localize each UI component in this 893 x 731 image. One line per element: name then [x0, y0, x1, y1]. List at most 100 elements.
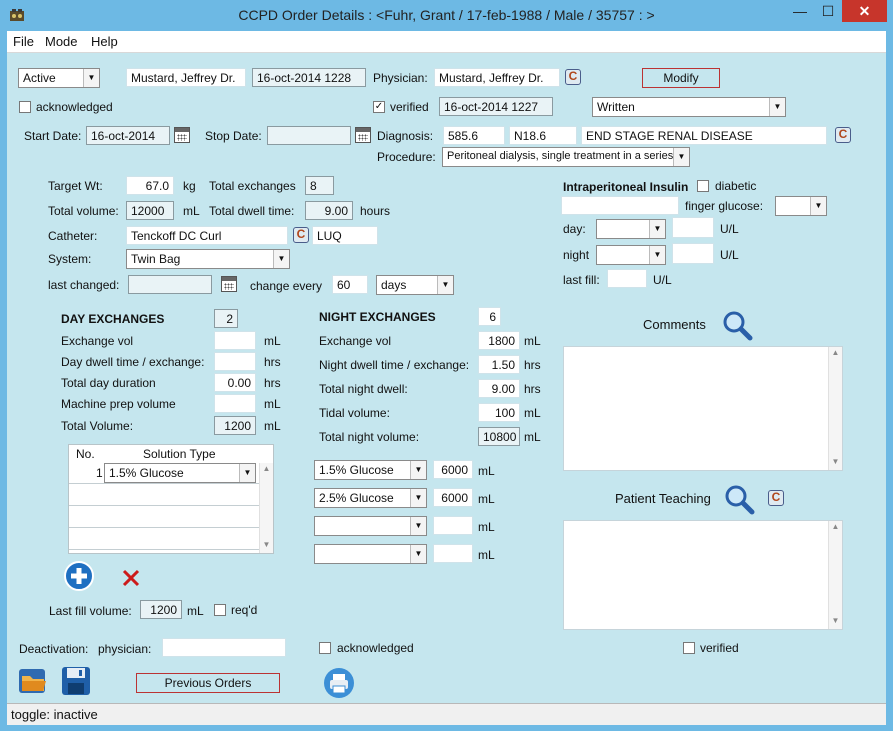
scroll-up-icon[interactable]: ▲ [829, 522, 842, 534]
grid-row-type-value: 1.5% Glucose [109, 466, 184, 480]
machine-prep-field[interactable] [214, 394, 256, 413]
deactivation-verified-checkbox[interactable] [683, 642, 695, 654]
teaching-search-icon[interactable] [723, 483, 755, 515]
night-solution-4-select[interactable]: ▼ [314, 544, 427, 564]
physician-lookup-icon[interactable]: C [565, 69, 581, 85]
change-every-unit-select[interactable]: days ▼ [376, 275, 454, 295]
night-solution-1-volume[interactable]: 6000 [433, 460, 473, 479]
target-wt-field[interactable]: 67.0 [126, 176, 174, 195]
last-changed-calendar-icon[interactable] [221, 276, 237, 292]
procedure-select[interactable]: Peritoneal dialysis, single treatment in… [442, 147, 690, 167]
scroll-down-icon[interactable]: ▼ [260, 540, 273, 552]
teaching-lookup-icon[interactable]: C [768, 490, 784, 506]
add-icon[interactable] [63, 560, 95, 592]
night-solution-2-select[interactable]: 2.5% Glucose ▼ [314, 488, 427, 508]
system-select[interactable]: Twin Bag ▼ [126, 249, 290, 269]
catheter-site-field[interactable]: LUQ [312, 226, 378, 245]
night-solution-3-select[interactable]: ▼ [314, 516, 427, 536]
diagnosis-label: Diagnosis: [377, 129, 434, 143]
chevron-down-icon: ▼ [649, 220, 665, 238]
insulin-title: Intraperitoneal Insulin [563, 180, 689, 194]
print-icon[interactable] [323, 667, 355, 699]
diagnosis-code-1[interactable]: 585.6 [443, 126, 505, 145]
table-row[interactable] [69, 528, 259, 550]
finger-glucose-select[interactable]: ▼ [775, 196, 827, 216]
status-select[interactable]: Active ▼ [18, 68, 100, 88]
window-frame-right [886, 31, 893, 731]
comments-search-icon[interactable] [721, 309, 753, 341]
comments-textarea[interactable]: ▲ ▼ [563, 346, 843, 471]
table-row[interactable] [69, 506, 259, 528]
comments-scrollbar[interactable]: ▲ ▼ [828, 347, 842, 470]
last-changed-field[interactable] [128, 275, 212, 294]
insulin-day-label: day: [563, 222, 586, 236]
insulin-field[interactable] [561, 196, 679, 215]
night-solution-4-volume[interactable] [433, 544, 473, 563]
night-exchange-vol-field[interactable]: 1800 [478, 331, 520, 350]
scroll-down-icon[interactable]: ▼ [829, 457, 842, 469]
teaching-scrollbar[interactable]: ▲ ▼ [828, 521, 842, 629]
menu-mode[interactable]: Mode [45, 34, 78, 49]
maximize-button[interactable]: ☐ [814, 0, 842, 22]
save-icon[interactable] [60, 665, 92, 697]
day-exchange-vol-field[interactable] [214, 331, 256, 350]
start-date-field[interactable]: 16-oct-2014 [86, 126, 170, 145]
grid-scrollbar[interactable]: ▲ ▼ [259, 463, 273, 553]
insulin-night-field[interactable] [672, 243, 714, 264]
menu-help[interactable]: Help [91, 34, 118, 49]
order-type-select[interactable]: Written ▼ [592, 97, 786, 117]
insulin-last-fill-field[interactable] [607, 269, 647, 288]
diagnosis-text[interactable]: END STAGE RENAL DISEASE [581, 126, 827, 145]
day-duration-field[interactable]: 0.00 [214, 373, 256, 392]
night-solution-3-volume[interactable] [433, 516, 473, 535]
night-dwell-field[interactable]: 1.50 [478, 355, 520, 374]
grid-row-type-select[interactable]: 1.5% Glucose ▼ [104, 463, 256, 483]
scroll-down-icon[interactable]: ▼ [829, 616, 842, 628]
chevron-down-icon: ▼ [83, 69, 99, 87]
stop-date-field[interactable] [267, 126, 351, 145]
modify-button[interactable]: Modify [642, 68, 720, 88]
minimize-button[interactable]: — [786, 0, 814, 22]
insulin-night-select[interactable]: ▼ [596, 245, 666, 265]
scroll-up-icon[interactable]: ▲ [829, 348, 842, 360]
day-dwell-field[interactable] [214, 352, 256, 371]
reqd-checkbox[interactable] [214, 604, 226, 616]
diagnosis-lookup-icon[interactable]: C [835, 127, 851, 143]
deactivation-acknowledged-checkbox[interactable] [319, 642, 331, 654]
previous-orders-button[interactable]: Previous Orders [136, 673, 280, 693]
insulin-day-select[interactable]: ▼ [596, 219, 666, 239]
status-text: toggle: inactive [11, 707, 98, 722]
procedure-label: Procedure: [377, 150, 436, 164]
open-folder-icon[interactable] [17, 665, 49, 697]
stop-date-calendar-icon[interactable] [355, 127, 371, 143]
acknowledged-checkbox[interactable] [19, 101, 31, 113]
change-every-field[interactable]: 60 [332, 275, 368, 294]
table-row[interactable] [69, 484, 259, 506]
night-exchange-vol-unit: mL [524, 334, 541, 348]
patient-teaching-textarea[interactable]: ▲ ▼ [563, 520, 843, 630]
scroll-up-icon[interactable]: ▲ [260, 464, 273, 476]
grid-header-type: Solution Type [143, 447, 216, 461]
catheter-field[interactable]: Tenckoff DC Curl [126, 226, 288, 245]
table-row[interactable]: 1 1.5% Glucose ▼ [69, 462, 259, 484]
night-solution-1-select[interactable]: 1.5% Glucose ▼ [314, 460, 427, 480]
change-every-label: change every [250, 279, 323, 293]
chevron-down-icon: ▼ [810, 197, 826, 215]
deactivation-physician-field[interactable] [162, 638, 286, 657]
catheter-lookup-icon[interactable]: C [293, 227, 309, 243]
ordered-by-field[interactable]: Mustard, Jeffrey Dr. [126, 68, 246, 87]
verified-checkbox[interactable]: ✓ [373, 101, 385, 113]
diagnosis-code-2[interactable]: N18.6 [509, 126, 577, 145]
start-date-calendar-icon[interactable] [174, 127, 190, 143]
close-button[interactable]: ✕ [842, 0, 887, 22]
diabetic-checkbox[interactable] [697, 180, 709, 192]
title-bar[interactable]: CCPD Order Details : <Fuhr, Grant / 17-f… [0, 0, 893, 31]
night-solution-2-volume[interactable]: 6000 [433, 488, 473, 507]
menu-file[interactable]: File [13, 34, 34, 49]
delete-icon[interactable] [121, 568, 141, 588]
insulin-day-field[interactable] [672, 217, 714, 238]
tidal-volume-field[interactable]: 100 [478, 403, 520, 422]
physician-field[interactable]: Mustard, Jeffrey Dr. [434, 68, 560, 87]
night-total-dwell-field[interactable]: 9.00 [478, 379, 520, 398]
comments-label: Comments [643, 317, 706, 332]
